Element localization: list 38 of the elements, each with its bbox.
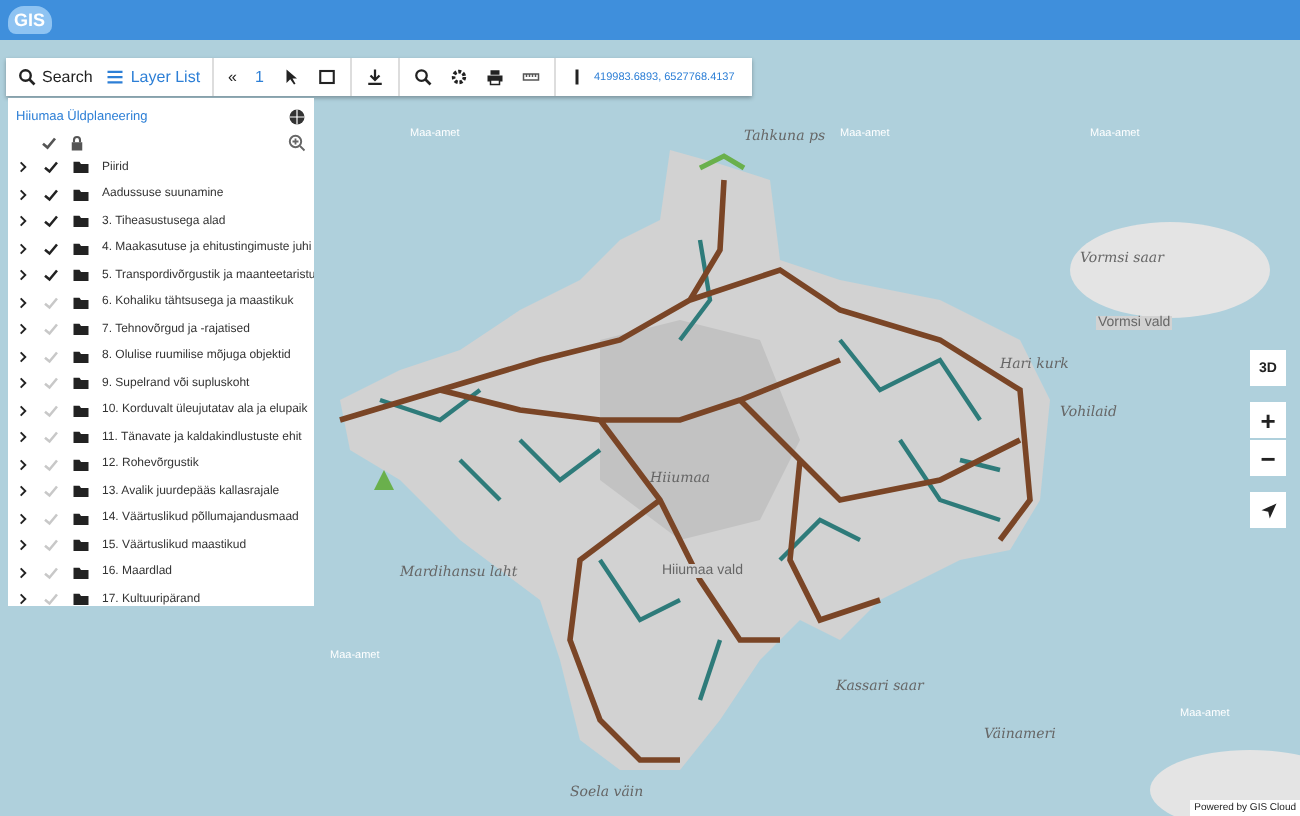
zoom-in-button[interactable]: +	[1250, 402, 1286, 438]
layer-checkbox[interactable]	[42, 293, 60, 312]
layer-checkbox[interactable]	[42, 482, 60, 501]
globe-icon	[288, 107, 306, 125]
cursor-icon	[281, 68, 300, 86]
trail-line	[698, 153, 746, 171]
layer-checkbox[interactable]	[42, 239, 60, 258]
layer-checkbox[interactable]	[42, 509, 60, 528]
layer-checkbox[interactable]	[42, 374, 60, 393]
layer-checkbox[interactable]	[42, 428, 60, 447]
settings-icon	[449, 68, 468, 86]
layer-checkbox[interactable]	[42, 212, 60, 231]
zoom-out-button[interactable]: −	[1250, 440, 1286, 476]
menu-icon	[106, 68, 125, 86]
logo: GIS	[8, 6, 52, 34]
navigation-arrow-icon	[1259, 501, 1277, 519]
lock-icon[interactable]	[68, 133, 86, 151]
layer-checkbox[interactable]	[42, 347, 60, 366]
search-icon	[18, 68, 36, 86]
download-icon	[365, 68, 384, 86]
layer-checkbox[interactable]	[42, 266, 60, 285]
layer-checkbox[interactable]	[42, 320, 60, 339]
zoom-extent-icon[interactable]	[288, 133, 306, 151]
layer-checkbox[interactable]	[42, 590, 60, 606]
cursor-position-icon	[573, 68, 580, 86]
check-all-icon[interactable]	[40, 133, 58, 151]
layer-checkbox[interactable]	[42, 185, 60, 204]
layer-checkbox[interactable]	[42, 401, 60, 420]
zoom-icon	[413, 68, 432, 86]
ruler-icon	[521, 68, 540, 86]
layer-checkbox[interactable]	[42, 455, 60, 474]
layer-checkbox[interactable]	[42, 158, 60, 177]
layer-checkbox[interactable]	[42, 563, 60, 582]
park-area	[374, 470, 394, 490]
printer-icon	[485, 68, 504, 86]
locate-button[interactable]	[1250, 492, 1286, 528]
layer-checkbox[interactable]	[42, 536, 60, 555]
frame-icon	[317, 68, 336, 86]
